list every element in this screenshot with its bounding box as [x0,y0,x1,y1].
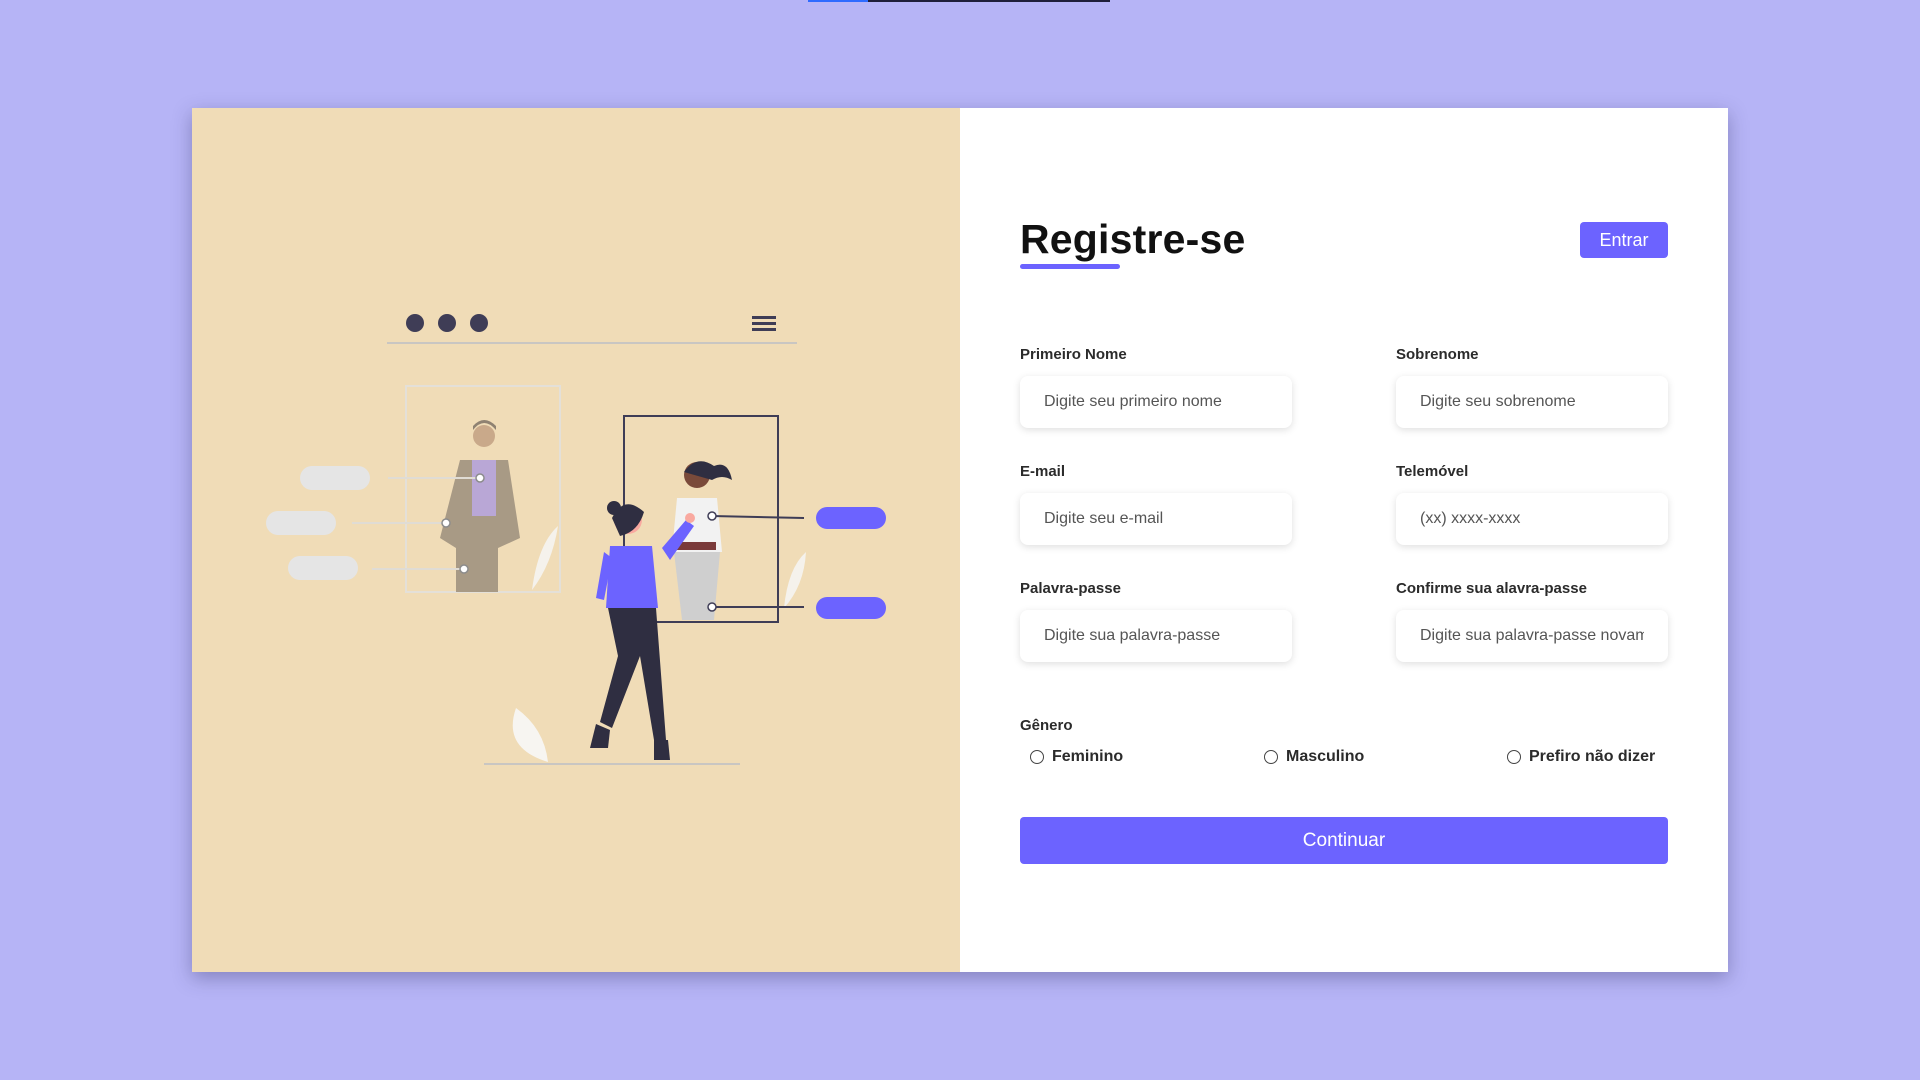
continue-button[interactable]: Continuar [1020,817,1668,864]
man-figure [440,420,520,592]
radio-icon[interactable] [1264,750,1278,764]
login-button[interactable]: Entrar [1580,222,1668,258]
top-scroll-indicator-progress [808,0,868,2]
gender-option-label: Masculino [1286,748,1365,765]
password-label: Palavra-passe [1020,580,1121,597]
window-dot-icon [438,314,456,332]
confirm-password-input[interactable] [1396,610,1668,662]
profile-illustration [266,314,886,765]
page-title: Registre-se [1020,216,1246,262]
info-pill [300,466,370,490]
highlight-pill [816,507,886,529]
gender-label: Gênero [1020,717,1073,734]
radio-icon[interactable] [1507,750,1521,764]
title-underline [1020,264,1120,269]
gender-option-feminino[interactable]: Feminino [1030,748,1123,766]
browser-divider [387,342,797,344]
confirm-password-label: Confirme sua alavra-passe [1396,580,1587,597]
gender-option-label: Feminino [1052,748,1124,765]
top-scroll-indicator [808,0,1110,2]
woman-pointing-figure [590,501,695,760]
window-dot-icon [406,314,424,332]
gender-option-label: Prefiro não dizer [1529,748,1656,765]
highlight-pill [816,597,886,619]
window-dot-icon [470,314,488,332]
gender-option-masculino[interactable]: Masculino [1264,748,1364,766]
phone-input[interactable] [1396,493,1668,545]
first-name-label: Primeiro Nome [1020,346,1127,363]
register-form-panel: Registre-se Entrar Primeiro Nome Sobreno… [960,108,1728,972]
phone-label: Telemóvel [1396,463,1469,480]
first-name-input[interactable] [1020,376,1292,428]
email-input[interactable] [1020,493,1292,545]
hamburger-menu-icon [752,316,776,331]
last-name-input[interactable] [1396,376,1668,428]
password-input[interactable] [1020,610,1292,662]
register-card: Registre-se Entrar Primeiro Nome Sobreno… [192,108,1728,972]
gender-option-prefiro-nao-dizer[interactable]: Prefiro não dizer [1507,748,1655,766]
info-pill [288,556,358,580]
radio-icon[interactable] [1030,750,1044,764]
last-name-label: Sobrenome [1396,346,1479,363]
info-pill [266,511,336,535]
illustration-panel [192,108,960,972]
email-label: E-mail [1020,463,1066,480]
